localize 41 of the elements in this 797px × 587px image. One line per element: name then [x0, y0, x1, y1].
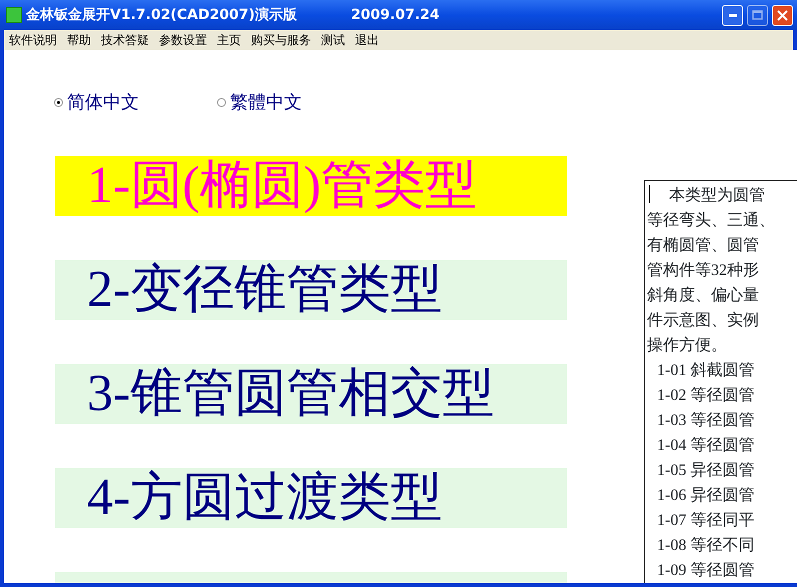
radio-icon[interactable]: [54, 98, 63, 107]
menu-item[interactable]: 测试: [316, 30, 350, 50]
template-list-item: 1-02 等径圆管: [656, 386, 754, 406]
menu-item[interactable]: 软件说明: [4, 30, 62, 50]
text-cursor: [649, 185, 650, 203]
description-line: 等径弯头、三通、: [647, 210, 775, 231]
category-button[interactable]: 4-方圆过渡类型: [55, 468, 567, 528]
template-list-item: 1-04 等径圆管: [656, 436, 754, 456]
menu-item[interactable]: 帮助: [62, 30, 96, 50]
description-line: 本类型为圆管: [668, 186, 765, 206]
description-line: 有椭圆管、圆管: [647, 236, 759, 256]
description-text-box[interactable]: 本类型为圆管 等径弯头、三通、 有椭圆管、圆管 管构件等32种形 斜角度、偏心量 件示意图、实例 操作方便。 1-01 斜截圆管 1-02 等径圆管 1-03 等径圆管 1-04 等径圆管 1-05 异径圆管 1-06 异径圆管 1-07 等径同平 1-08 等径不同 1-09 等径圆管: [644, 180, 797, 583]
app-icon: [6, 7, 22, 23]
menu-item[interactable]: 主页: [212, 30, 246, 50]
description-line: 操作方便。: [647, 336, 727, 356]
category-button[interactable]: 2-变径锥管类型: [55, 260, 567, 320]
menu-item[interactable]: 退出: [350, 30, 384, 50]
language-radio[interactable]: 繁體中文: [217, 89, 302, 116]
template-list-item: 1-05 异径圆管: [656, 461, 754, 481]
template-list-item: 1-09 等径圆管: [656, 561, 754, 581]
template-list-item: 1-01 斜截圆管: [656, 360, 754, 381]
description-line: 斜角度、偏心量: [647, 286, 759, 306]
category-button[interactable]: 3-锥管圆管相交型: [55, 364, 567, 424]
maximize-icon: [752, 10, 763, 20]
description-line: 件示意图、实例: [647, 310, 759, 331]
template-list-item: 1-08 等径不同: [656, 536, 754, 556]
language-radio[interactable]: 简体中文: [54, 89, 139, 116]
close-icon: [777, 10, 788, 20]
menu-item[interactable]: 技术答疑: [96, 30, 154, 50]
close-button[interactable]: [772, 4, 793, 26]
menu-item[interactable]: 参数设置: [154, 30, 212, 50]
minimize-icon: [728, 14, 736, 16]
build-date: 2009.07.24: [350, 6, 440, 24]
template-list-item: 1-03 等径圆管: [656, 411, 754, 431]
window-title: 金林钣金展开V1.7.02(CAD2007)演示版: [26, 6, 297, 24]
radio-icon[interactable]: [217, 98, 226, 107]
menu-item[interactable]: 购买与服务: [246, 30, 316, 50]
description-line: 管构件等32种形: [647, 260, 759, 281]
template-list-item: 1-06 异径圆管: [656, 486, 754, 506]
template-list-item: 1-07 等径同平: [656, 511, 754, 531]
minimize-button[interactable]: [722, 4, 743, 26]
